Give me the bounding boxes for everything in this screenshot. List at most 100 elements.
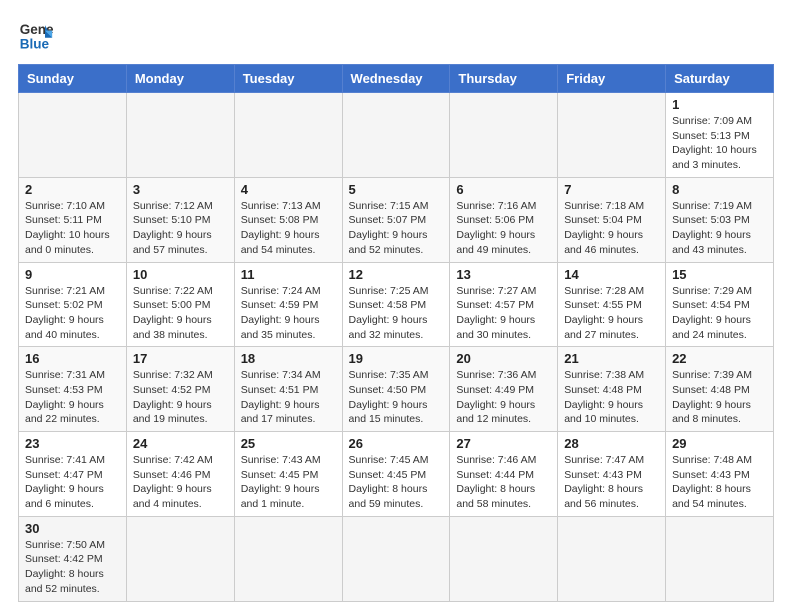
calendar: SundayMondayTuesdayWednesdayThursdayFrid… <box>18 64 774 602</box>
calendar-header-sunday: Sunday <box>19 65 127 93</box>
calendar-cell <box>234 93 342 178</box>
calendar-header-wednesday: Wednesday <box>342 65 450 93</box>
day-info: Sunrise: 7:28 AM Sunset: 4:55 PM Dayligh… <box>564 284 659 343</box>
day-info: Sunrise: 7:36 AM Sunset: 4:49 PM Dayligh… <box>456 368 551 427</box>
day-number: 18 <box>241 351 336 366</box>
calendar-cell: 1Sunrise: 7:09 AM Sunset: 5:13 PM Daylig… <box>666 93 774 178</box>
calendar-cell: 23 Sunrise: 7:41 AM Sunset: 4:47 PM Dayli… <box>19 432 127 517</box>
day-number: 28 <box>564 436 659 451</box>
day-info: Sunrise: 7:39 AM Sunset: 4:48 PM Dayligh… <box>672 368 767 427</box>
calendar-cell: 17Sunrise: 7:32 AM Sunset: 4:52 PM Dayli… <box>126 347 234 432</box>
day-number: 9 <box>25 267 120 282</box>
day-info: Sunrise: 7:13 AM Sunset: 5:08 PM Dayligh… <box>241 199 336 258</box>
calendar-header-tuesday: Tuesday <box>234 65 342 93</box>
day-number: 13 <box>456 267 551 282</box>
day-number: 10 <box>133 267 228 282</box>
day-number: 5 <box>349 182 444 197</box>
calendar-cell: 9 Sunrise: 7:21 AM Sunset: 5:02 PM Daylig… <box>19 262 127 347</box>
day-info: Sunrise: 7:16 AM Sunset: 5:06 PM Dayligh… <box>456 199 551 258</box>
day-info: Sunrise: 7:46 AM Sunset: 4:44 PM Dayligh… <box>456 453 551 512</box>
day-number: 21 <box>564 351 659 366</box>
calendar-cell: 28 Sunrise: 7:47 AM Sunset: 4:43 PM Dayli… <box>558 432 666 517</box>
day-info: Sunrise: 7:45 AM Sunset: 4:45 PM Dayligh… <box>349 453 444 512</box>
calendar-cell: 16 Sunrise: 7:31 AM Sunset: 4:53 PM Dayli… <box>19 347 127 432</box>
day-number: 11 <box>241 267 336 282</box>
day-number: 19 <box>349 351 444 366</box>
calendar-cell: 27Sunrise: 7:46 AM Sunset: 4:44 PM Dayli… <box>450 432 558 517</box>
calendar-week-row: 1Sunrise: 7:09 AM Sunset: 5:13 PM Daylig… <box>19 93 774 178</box>
day-info: Sunrise: 7:29 AM Sunset: 4:54 PM Dayligh… <box>672 284 767 343</box>
day-info: Sunrise: 7:42 AM Sunset: 4:46 PM Dayligh… <box>133 453 228 512</box>
calendar-cell: 21Sunrise: 7:38 AM Sunset: 4:48 PM Dayli… <box>558 347 666 432</box>
day-number: 6 <box>456 182 551 197</box>
day-info: Sunrise: 7:31 AM Sunset: 4:53 PM Dayligh… <box>25 368 120 427</box>
header: General Blue <box>18 18 774 54</box>
calendar-cell <box>450 516 558 601</box>
day-info: Sunrise: 7:48 AM Sunset: 4:43 PM Dayligh… <box>672 453 767 512</box>
calendar-cell: 10 Sunrise: 7:22 AM Sunset: 5:00 PM Dayli… <box>126 262 234 347</box>
day-info: Sunrise: 7:10 AM Sunset: 5:11 PM Dayligh… <box>25 199 120 258</box>
calendar-cell: 14 Sunrise: 7:28 AM Sunset: 4:55 PM Dayli… <box>558 262 666 347</box>
calendar-cell: 19 Sunrise: 7:35 AM Sunset: 4:50 PM Dayli… <box>342 347 450 432</box>
calendar-cell: 6 Sunrise: 7:16 AM Sunset: 5:06 PM Daylig… <box>450 177 558 262</box>
day-info: Sunrise: 7:21 AM Sunset: 5:02 PM Dayligh… <box>25 284 120 343</box>
calendar-cell <box>342 93 450 178</box>
day-number: 22 <box>672 351 767 366</box>
calendar-cell: 26 Sunrise: 7:45 AM Sunset: 4:45 PM Dayli… <box>342 432 450 517</box>
day-info: Sunrise: 7:22 AM Sunset: 5:00 PM Dayligh… <box>133 284 228 343</box>
svg-text:Blue: Blue <box>20 37 50 52</box>
day-number: 15 <box>672 267 767 282</box>
calendar-cell <box>234 516 342 601</box>
day-number: 26 <box>349 436 444 451</box>
day-number: 3 <box>133 182 228 197</box>
calendar-cell <box>450 93 558 178</box>
day-info: Sunrise: 7:25 AM Sunset: 4:58 PM Dayligh… <box>349 284 444 343</box>
day-info: Sunrise: 7:09 AM Sunset: 5:13 PM Dayligh… <box>672 114 767 173</box>
calendar-cell: 8Sunrise: 7:19 AM Sunset: 5:03 PM Daylig… <box>666 177 774 262</box>
day-number: 17 <box>133 351 228 366</box>
generalblue-logo-icon: General Blue <box>18 18 54 54</box>
logo-area: General Blue <box>18 18 54 54</box>
calendar-cell: 25Sunrise: 7:43 AM Sunset: 4:45 PM Dayli… <box>234 432 342 517</box>
day-info: Sunrise: 7:35 AM Sunset: 4:50 PM Dayligh… <box>349 368 444 427</box>
calendar-cell <box>666 516 774 601</box>
calendar-cell: 11 Sunrise: 7:24 AM Sunset: 4:59 PM Dayli… <box>234 262 342 347</box>
day-number: 30 <box>25 521 120 536</box>
day-number: 24 <box>133 436 228 451</box>
day-number: 2 <box>25 182 120 197</box>
calendar-cell <box>126 516 234 601</box>
page: General Blue SundayMondayTuesdayWednesda… <box>0 0 792 612</box>
day-number: 20 <box>456 351 551 366</box>
calendar-cell: 2 Sunrise: 7:10 AM Sunset: 5:11 PM Daylig… <box>19 177 127 262</box>
day-info: Sunrise: 7:24 AM Sunset: 4:59 PM Dayligh… <box>241 284 336 343</box>
day-info: Sunrise: 7:12 AM Sunset: 5:10 PM Dayligh… <box>133 199 228 258</box>
day-number: 7 <box>564 182 659 197</box>
calendar-cell: 29Sunrise: 7:48 AM Sunset: 4:43 PM Dayli… <box>666 432 774 517</box>
calendar-cell <box>126 93 234 178</box>
calendar-week-row: 16 Sunrise: 7:31 AM Sunset: 4:53 PM Dayli… <box>19 347 774 432</box>
calendar-cell <box>558 516 666 601</box>
calendar-cell: 22 Sunrise: 7:39 AM Sunset: 4:48 PM Dayli… <box>666 347 774 432</box>
calendar-cell: 18 Sunrise: 7:34 AM Sunset: 4:51 PM Dayli… <box>234 347 342 432</box>
day-info: Sunrise: 7:47 AM Sunset: 4:43 PM Dayligh… <box>564 453 659 512</box>
day-number: 25 <box>241 436 336 451</box>
calendar-cell: 13Sunrise: 7:27 AM Sunset: 4:57 PM Dayli… <box>450 262 558 347</box>
calendar-cell: 3 Sunrise: 7:12 AM Sunset: 5:10 PM Daylig… <box>126 177 234 262</box>
day-number: 16 <box>25 351 120 366</box>
day-number: 14 <box>564 267 659 282</box>
day-number: 23 <box>25 436 120 451</box>
calendar-week-row: 23 Sunrise: 7:41 AM Sunset: 4:47 PM Dayli… <box>19 432 774 517</box>
day-info: Sunrise: 7:18 AM Sunset: 5:04 PM Dayligh… <box>564 199 659 258</box>
day-info: Sunrise: 7:34 AM Sunset: 4:51 PM Dayligh… <box>241 368 336 427</box>
calendar-cell: 4Sunrise: 7:13 AM Sunset: 5:08 PM Daylig… <box>234 177 342 262</box>
calendar-cell: 12 Sunrise: 7:25 AM Sunset: 4:58 PM Dayli… <box>342 262 450 347</box>
day-info: Sunrise: 7:15 AM Sunset: 5:07 PM Dayligh… <box>349 199 444 258</box>
calendar-header-friday: Friday <box>558 65 666 93</box>
calendar-cell <box>342 516 450 601</box>
day-number: 12 <box>349 267 444 282</box>
calendar-cell: 7 Sunrise: 7:18 AM Sunset: 5:04 PM Daylig… <box>558 177 666 262</box>
calendar-cell: 30 Sunrise: 7:50 AM Sunset: 4:42 PM Dayli… <box>19 516 127 601</box>
calendar-header-saturday: Saturday <box>666 65 774 93</box>
day-info: Sunrise: 7:41 AM Sunset: 4:47 PM Dayligh… <box>25 453 120 512</box>
day-info: Sunrise: 7:50 AM Sunset: 4:42 PM Dayligh… <box>25 538 120 597</box>
